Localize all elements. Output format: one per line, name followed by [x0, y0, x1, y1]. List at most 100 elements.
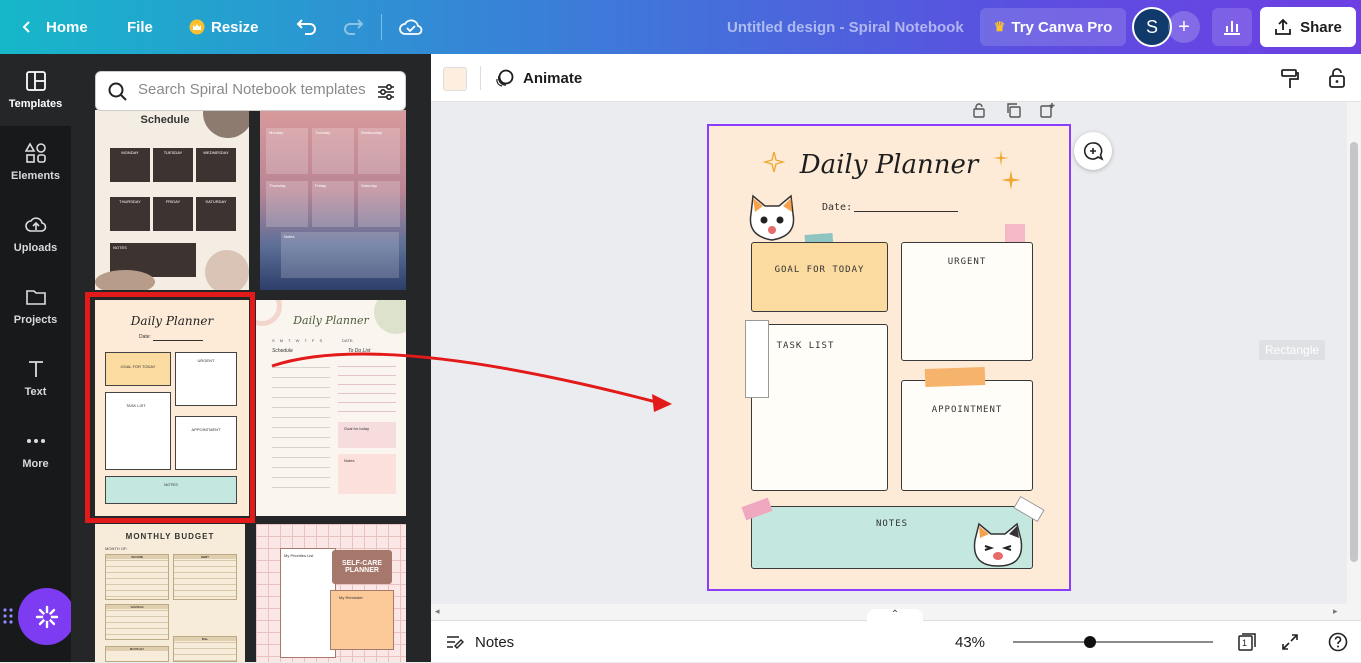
rail-item-templates[interactable]: Templates: [0, 54, 71, 126]
rail-label: Elements: [11, 170, 60, 182]
rail-label: Uploads: [13, 242, 58, 254]
day-label: THURSDAY: [119, 199, 141, 204]
redo-icon: [344, 19, 364, 35]
folder-icon: [25, 290, 46, 305]
priorities-label: My Priorities List: [284, 553, 314, 558]
share-button[interactable]: Share: [1260, 7, 1356, 47]
search-input[interactable]: [138, 81, 370, 98]
decor-shape: [205, 250, 249, 290]
rail-item-more[interactable]: More: [0, 414, 71, 486]
table-label: MONTHLY: [106, 647, 168, 651]
rail-label: Templates: [8, 98, 63, 110]
chevron-left-icon: [22, 21, 30, 33]
rail-item-projects[interactable]: Projects: [0, 270, 71, 342]
notes-card: Notes: [281, 232, 399, 278]
design-page[interactable]: Daily Planner Date: GOAL FOR TODAY URGEN…: [707, 124, 1071, 591]
fullscreen-button[interactable]: [1280, 632, 1300, 652]
template-card-mountain-schedule[interactable]: Monday Tuesday Wednesday Thursday Friday…: [260, 110, 406, 290]
rail-item-text[interactable]: Text: [0, 342, 71, 414]
vertical-scrollbar[interactable]: [1347, 102, 1361, 604]
pro-label: Try Canva Pro: [1011, 18, 1113, 36]
notes-button[interactable]: Notes: [445, 621, 514, 663]
canvas-area: Daily Planner Date: GOAL FOR TODAY URGEN…: [431, 102, 1361, 606]
try-canva-pro-button[interactable]: ♛ Try Canva Pro: [980, 8, 1126, 46]
day-card: TUESDAY: [153, 148, 193, 182]
help-button[interactable]: [1328, 632, 1348, 652]
context-toolbar: Animate: [431, 54, 1361, 102]
home-button[interactable]: Home: [20, 0, 88, 54]
rail-item-uploads[interactable]: Uploads: [0, 198, 71, 270]
zoom-level[interactable]: 43%: [955, 621, 985, 663]
zoom-slider-handle[interactable]: [1084, 636, 1096, 648]
appointment-box[interactable]: APPOINTMENT: [901, 380, 1033, 491]
day-card: Monday: [266, 128, 308, 174]
bottom-bar: ⌃ Notes 43% 1: [431, 609, 1361, 663]
day-card: Tuesday: [312, 128, 354, 174]
page-count-button[interactable]: 1: [1237, 632, 1257, 652]
lock-icon[interactable]: [1328, 67, 1346, 89]
day-card: WEDNESDAY: [196, 148, 236, 182]
template-card-daily-planner-floral[interactable]: Daily Planner S M T W T F S DATE: Schedu…: [256, 300, 406, 516]
add-comment-button[interactable]: [1074, 132, 1112, 170]
rail-label: More: [22, 458, 49, 470]
divider: [480, 66, 481, 90]
filter-icon[interactable]: [376, 82, 396, 102]
show-pages-button[interactable]: ⌃: [867, 609, 923, 623]
background-color-swatch[interactable]: [443, 67, 467, 91]
reminder-card: My Reminder: [330, 590, 394, 650]
bill-table: BILL: [173, 636, 237, 662]
zoom-slider[interactable]: [1013, 641, 1213, 643]
scroll-left-icon[interactable]: ◂: [435, 606, 440, 617]
day-label: WEDNESDAY: [203, 150, 229, 155]
divider: [381, 14, 382, 40]
undo-button[interactable]: [292, 12, 322, 42]
table-label: DEBT: [174, 555, 236, 559]
paint-format-icon[interactable]: [1280, 68, 1300, 90]
appointment-label: APPOINTMENT: [931, 405, 1003, 415]
magic-button[interactable]: [18, 588, 75, 645]
priorities-card: My Priorities List: [280, 548, 336, 658]
avatar[interactable]: S: [1132, 7, 1172, 47]
scroll-right-icon[interactable]: ▸: [1333, 606, 1338, 617]
rail-item-elements[interactable]: Elements: [0, 126, 71, 198]
template-search-bar[interactable]: [95, 71, 406, 111]
day-label: Friday: [315, 183, 327, 188]
notes-label: Notes: [344, 458, 355, 463]
text-icon: [28, 361, 43, 377]
template-card-monthly-budget[interactable]: MONTHLY BUDGET MONTH OF: INCOME DEBT SAV…: [95, 524, 245, 662]
template-card-schedule[interactable]: Schedule MONDAY TUESDAY WEDNESDAY THURSD…: [95, 110, 249, 290]
table-label: BILL: [174, 637, 236, 641]
hover-element-label: Rectangle: [1259, 340, 1326, 360]
resize-label: Resize: [211, 18, 259, 36]
notes-icon: [447, 636, 464, 649]
animate-button[interactable]: Animate: [495, 54, 582, 102]
day-card: THURSDAY: [110, 197, 150, 231]
planner-title[interactable]: Daily Planner: [709, 150, 1069, 180]
insights-button[interactable]: [1212, 8, 1252, 46]
scroll-thumb[interactable]: [1350, 142, 1358, 562]
add-page-icon[interactable]: [1039, 102, 1055, 118]
file-menu[interactable]: File: [127, 0, 153, 54]
document-title[interactable]: Untitled design - Spiral Notebook: [727, 0, 964, 54]
drag-handle-icon[interactable]: [3, 606, 13, 626]
side-rail: Templates Elements Uploads Projects Text…: [0, 54, 75, 662]
save-status-button[interactable]: [396, 12, 426, 42]
todo-lines: [338, 358, 396, 414]
chevron-up-icon: ⌃: [890, 609, 900, 620]
schedule-label: Schedule: [272, 348, 293, 354]
task-list-box[interactable]: TASK LIST: [751, 324, 888, 491]
home-label: Home: [46, 18, 88, 36]
day-label: Thursday: [269, 183, 286, 188]
goal-box[interactable]: GOAL FOR TODAY: [751, 242, 888, 312]
urgent-box[interactable]: URGENT: [901, 242, 1033, 361]
resize-button[interactable]: Resize: [189, 0, 259, 54]
templates-icon: [25, 71, 46, 91]
add-collaborator-button[interactable]: +: [1168, 11, 1200, 43]
lock-page-icon[interactable]: [971, 102, 987, 118]
debt-table: DEBT: [173, 554, 237, 600]
date-label[interactable]: Date:: [822, 202, 852, 213]
goal-box: Goal for today: [338, 422, 396, 448]
redo-button[interactable]: [338, 12, 368, 42]
duplicate-page-icon[interactable]: [1005, 102, 1021, 118]
template-card-self-care-planner[interactable]: My Priorities List SELF-CARE PLANNER My …: [256, 524, 406, 662]
